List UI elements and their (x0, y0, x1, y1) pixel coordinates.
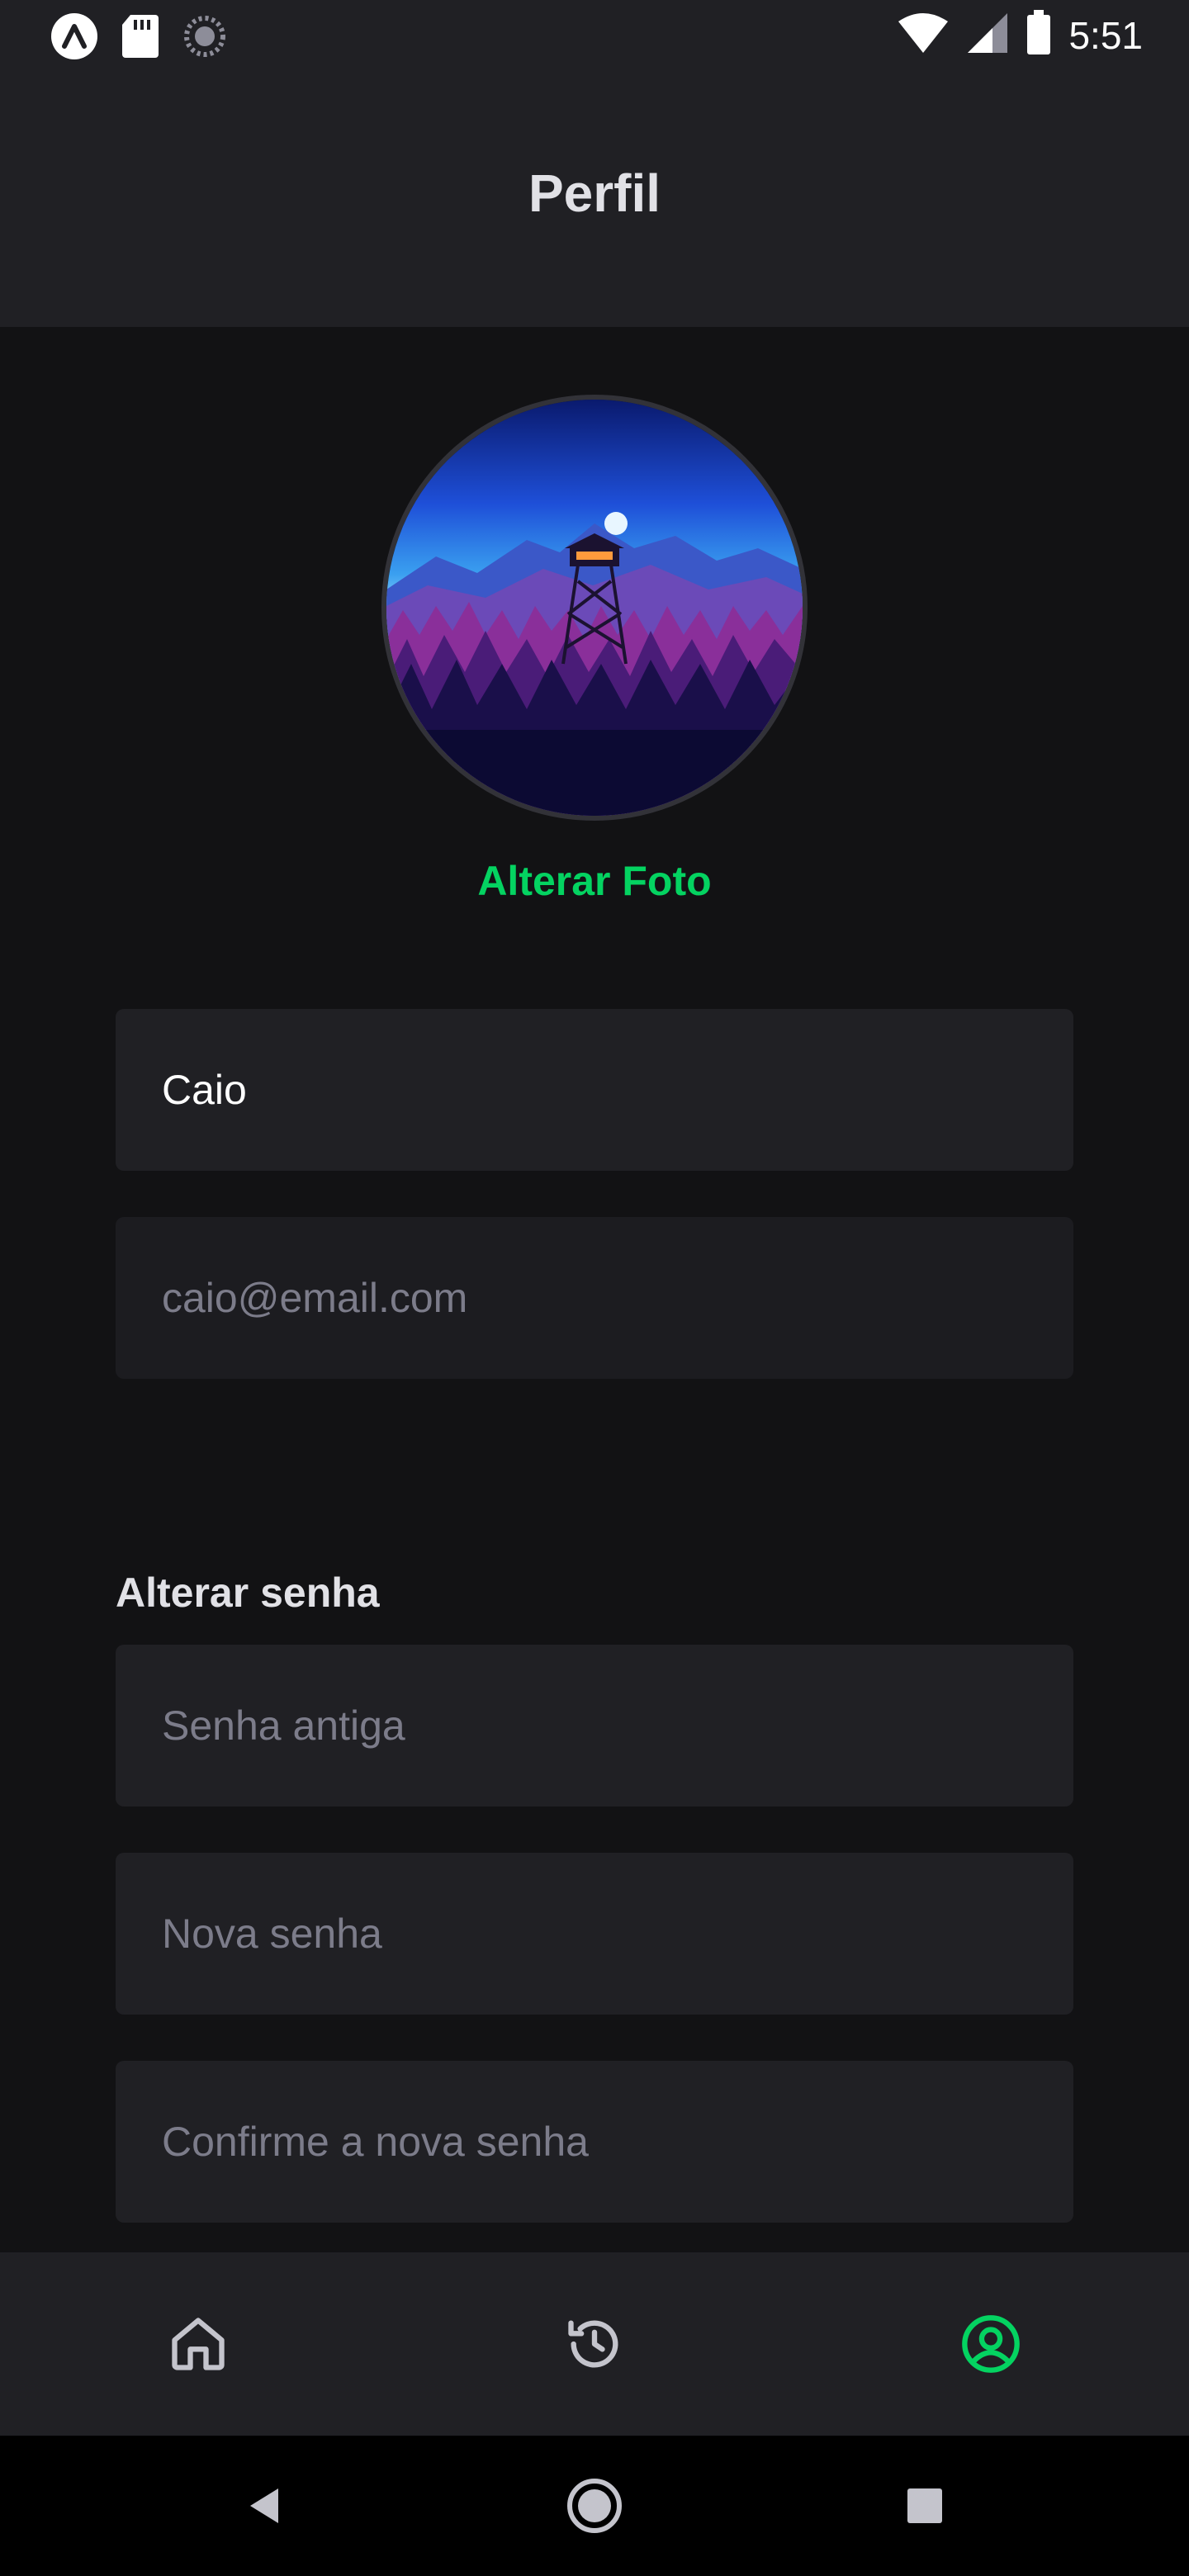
system-nav-bar (0, 2436, 1189, 2576)
status-time: 5:51 (1068, 13, 1143, 57)
confirm-password-input[interactable] (116, 2061, 1073, 2223)
home-circle-icon (567, 2479, 622, 2533)
bottom-tab-bar (0, 2252, 1189, 2436)
tab-profile[interactable] (892, 2252, 1090, 2436)
recents-icon (907, 2488, 942, 2523)
avatar-image (386, 400, 803, 816)
avatar[interactable] (381, 395, 808, 821)
user-circle-icon (962, 2315, 1020, 2373)
email-field (116, 1217, 1073, 1379)
sync-icon (182, 13, 228, 64)
battery-icon (1026, 10, 1052, 60)
old-password-input[interactable] (116, 1645, 1073, 1807)
history-icon (568, 2320, 618, 2368)
back-button[interactable] (182, 2436, 347, 2576)
new-password-input[interactable] (116, 1853, 1073, 2015)
wifi-icon (897, 12, 950, 59)
status-right-icons: 5:51 (897, 10, 1143, 60)
home-nav-button[interactable] (512, 2436, 677, 2576)
expo-icon (50, 12, 99, 65)
recents-button[interactable] (842, 2436, 1007, 2576)
name-input[interactable] (116, 1009, 1073, 1171)
change-password-label: Alterar senha (116, 1570, 380, 1616)
change-photo-button[interactable]: Alterar Foto (0, 857, 1189, 905)
status-bar: 5:51 (0, 0, 1189, 69)
back-icon (250, 2488, 278, 2523)
status-left-icons (50, 12, 228, 65)
header: Perfil (0, 69, 1189, 327)
tab-home[interactable] (99, 2252, 297, 2436)
sd-card-icon (119, 13, 162, 64)
page-title: Perfil (528, 163, 661, 223)
tab-history[interactable] (495, 2252, 694, 2436)
home-icon (172, 2318, 225, 2370)
signal-icon (966, 12, 1009, 59)
